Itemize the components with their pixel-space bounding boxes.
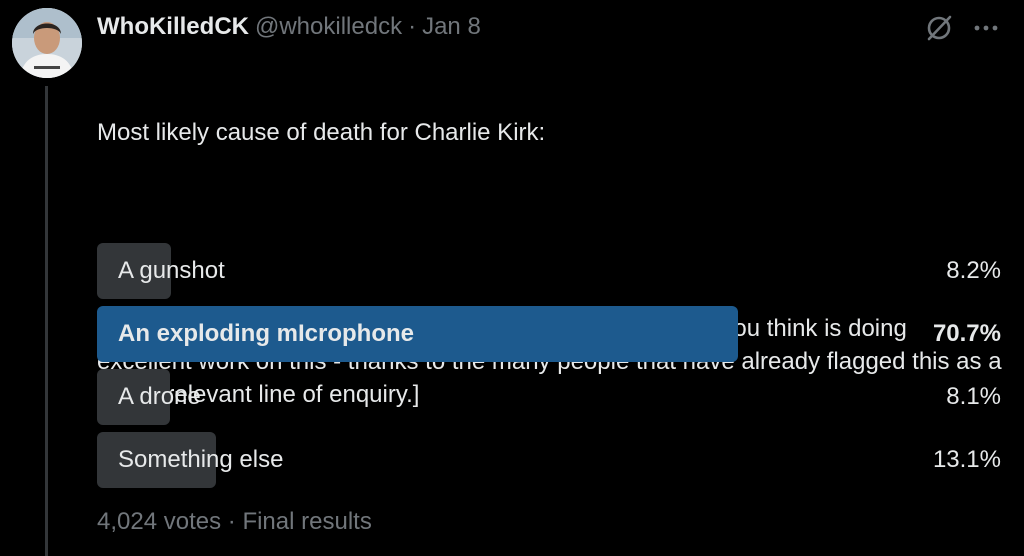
poll-option-exploding-microphone[interactable]: An exploding mIcrophone 70.7% — [97, 306, 1003, 362]
poll-option-something-else[interactable]: Something else 13.1% — [97, 432, 1003, 488]
poll-vote-count: 4,024 votes — [97, 508, 222, 535]
tweet-date[interactable]: Jan 8 — [422, 13, 481, 41]
poll: A gunshot 8.2% An exploding mIcrophone 7… — [97, 243, 1003, 495]
poll-footer: 4,024 votes · Final results — [97, 508, 372, 536]
poll-option-label: An exploding mIcrophone — [118, 320, 415, 347]
poll-footer-separator: · — [227, 508, 236, 535]
avatar[interactable] — [12, 8, 82, 78]
poll-option-drone[interactable]: A drone 8.1% — [97, 369, 1003, 425]
poll-status: Final results — [242, 508, 372, 535]
tweet-text-line1: Most likely cause of death for Charlie K… — [97, 119, 546, 146]
user-handle[interactable]: @whokilledck — [255, 13, 402, 41]
poll-option-percent: 8.2% — [946, 257, 1001, 284]
display-name[interactable]: WhoKilledCK — [97, 13, 249, 41]
poll-option-label: Something else — [118, 446, 284, 473]
tweet-header: WhoKilledCK @whokilledck · Jan 8 — [97, 10, 481, 44]
grok-icon[interactable] — [923, 12, 955, 44]
header-separator: · — [408, 13, 417, 40]
poll-option-gunshot[interactable]: A gunshot 8.2% — [97, 243, 1003, 299]
thread-line — [45, 86, 48, 556]
poll-option-percent: 8.1% — [946, 383, 1001, 410]
avatar-image — [12, 8, 82, 78]
poll-option-label: A drone — [118, 383, 201, 410]
more-icon[interactable] — [968, 12, 1004, 44]
poll-option-label: A gunshot — [118, 257, 225, 284]
poll-option-percent: 70.7% — [932, 320, 1001, 347]
poll-option-percent: 13.1% — [932, 446, 1001, 473]
